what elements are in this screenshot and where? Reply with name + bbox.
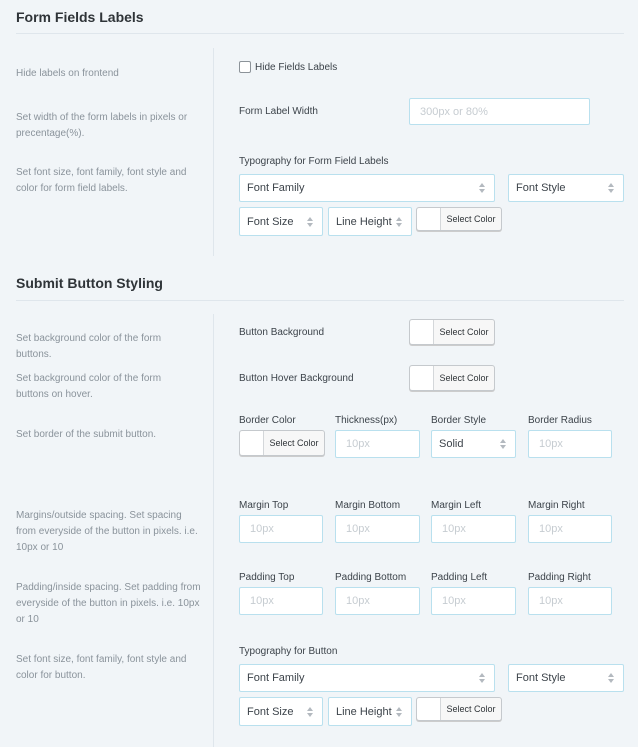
padding-left-input[interactable]: 10px <box>431 587 516 615</box>
hide-labels-description: Hide labels on frontend <box>16 68 119 79</box>
button-typography-description: Set font size, font family, font style a… <box>16 654 187 681</box>
margin-right-label: Margin Right <box>528 500 585 511</box>
label-width-label: Form Label Width <box>239 106 318 117</box>
border-color-button[interactable]: Select Color <box>239 430 325 456</box>
button-bg-description: Set background color of the form buttons… <box>16 333 162 360</box>
select-arrows-icon <box>605 183 617 193</box>
hide-labels-checkbox-label: Hide Fields Labels <box>255 61 338 73</box>
margin-top-label: Margin Top <box>239 500 289 511</box>
font-style-value: Font Style <box>516 672 566 684</box>
button-border-description: Set border of the submit button. <box>16 429 157 440</box>
line-height-value: Line Height <box>336 705 392 718</box>
button-hover-label: Button Hover Background <box>239 373 354 384</box>
font-size-value: Font Size <box>247 215 294 228</box>
border-style-value: Solid <box>439 438 464 450</box>
hide-labels-checkbox[interactable] <box>239 61 251 73</box>
label-typography-label: Typography for Form Field Labels <box>239 156 389 167</box>
button-bg-label: Button Background <box>239 327 325 338</box>
button-hover-description: Set background color of the form buttons… <box>16 373 162 400</box>
padding-bottom-input[interactable]: 10px <box>335 587 420 615</box>
font-family-value: Font Family <box>247 182 305 194</box>
margin-right-input[interactable]: 10px <box>528 515 612 543</box>
color-swatch <box>410 366 434 390</box>
label-width-input[interactable]: 300px or 80% <box>409 98 590 125</box>
select-color-label: Select Color <box>269 438 319 448</box>
font-style-value: Font Style <box>516 182 566 194</box>
button-text-color-button[interactable]: Select Color <box>416 697 502 721</box>
padding-top-input[interactable]: 10px <box>239 587 323 615</box>
select-arrows-icon <box>605 673 617 683</box>
padding-right-input[interactable]: 10px <box>528 587 612 615</box>
color-swatch <box>417 208 441 230</box>
margin-bottom-input[interactable]: 10px <box>335 515 420 543</box>
hide-labels-option[interactable]: Hide Fields Labels <box>239 61 337 73</box>
column-divider <box>213 48 214 256</box>
padding-left-label: Padding Left <box>431 572 488 583</box>
label-width-description: Set width of the form labels in pixels o… <box>16 112 188 139</box>
color-swatch <box>410 320 434 344</box>
column-divider <box>213 314 214 747</box>
thickness-label: Thickness(px) <box>335 415 398 426</box>
button-bg-color-button[interactable]: Select Color <box>409 319 495 345</box>
select-color-label: Select Color <box>446 214 496 224</box>
padding-description: Padding/inside spacing. Set padding from… <box>16 582 201 625</box>
label-font-style-select[interactable]: Font Style <box>508 174 624 202</box>
padding-top-label: Padding Top <box>239 572 295 583</box>
line-height-value: Line Height <box>336 215 392 228</box>
color-swatch <box>240 431 264 455</box>
button-line-height-select[interactable]: Line Height <box>328 697 412 726</box>
border-style-label: Border Style <box>431 415 487 426</box>
select-color-label: Select Color <box>439 327 489 337</box>
select-arrows-icon <box>476 183 488 193</box>
select-arrows-icon <box>304 216 316 227</box>
button-font-size-select[interactable]: Font Size <box>239 697 323 726</box>
margin-bottom-label: Margin Bottom <box>335 500 401 511</box>
border-radius-label: Border Radius <box>528 415 592 426</box>
section-title-form-fields-labels: Form Fields Labels <box>16 9 144 25</box>
border-radius-input[interactable]: 10px <box>528 430 612 458</box>
font-family-value: Font Family <box>247 672 305 684</box>
padding-right-label: Padding Right <box>528 572 591 583</box>
margin-left-input[interactable]: 10px <box>431 515 516 543</box>
button-font-family-select[interactable]: Font Family <box>239 664 495 692</box>
border-style-select[interactable]: Solid <box>431 430 516 458</box>
label-color-button[interactable]: Select Color <box>416 207 502 231</box>
margin-description: Margins/outside spacing. Set spacing fro… <box>16 510 198 553</box>
divider <box>16 33 624 34</box>
margin-top-input[interactable]: 10px <box>239 515 323 543</box>
label-font-size-select[interactable]: Font Size <box>239 207 323 236</box>
font-size-value: Font Size <box>247 705 294 718</box>
select-arrows-icon <box>393 706 405 717</box>
divider <box>16 300 624 301</box>
border-thickness-input[interactable]: 10px <box>335 430 420 458</box>
select-arrows-icon <box>497 439 509 449</box>
padding-bottom-label: Padding Bottom <box>335 572 407 583</box>
button-hover-color-button[interactable]: Select Color <box>409 365 495 391</box>
button-typography-label: Typography for Button <box>239 646 338 657</box>
select-color-label: Select Color <box>446 704 496 714</box>
label-line-height-select[interactable]: Line Height <box>328 207 412 236</box>
label-font-family-select[interactable]: Font Family <box>239 174 495 202</box>
select-arrows-icon <box>393 216 405 227</box>
select-arrows-icon <box>476 673 488 683</box>
select-arrows-icon <box>304 706 316 717</box>
label-typography-description: Set font size, font family, font style a… <box>16 167 187 194</box>
section-title-submit-button-styling: Submit Button Styling <box>16 275 163 291</box>
button-font-style-select[interactable]: Font Style <box>508 664 624 692</box>
border-color-label: Border Color <box>239 415 296 426</box>
color-swatch <box>417 698 441 720</box>
select-color-label: Select Color <box>439 373 489 383</box>
margin-left-label: Margin Left <box>431 500 482 511</box>
